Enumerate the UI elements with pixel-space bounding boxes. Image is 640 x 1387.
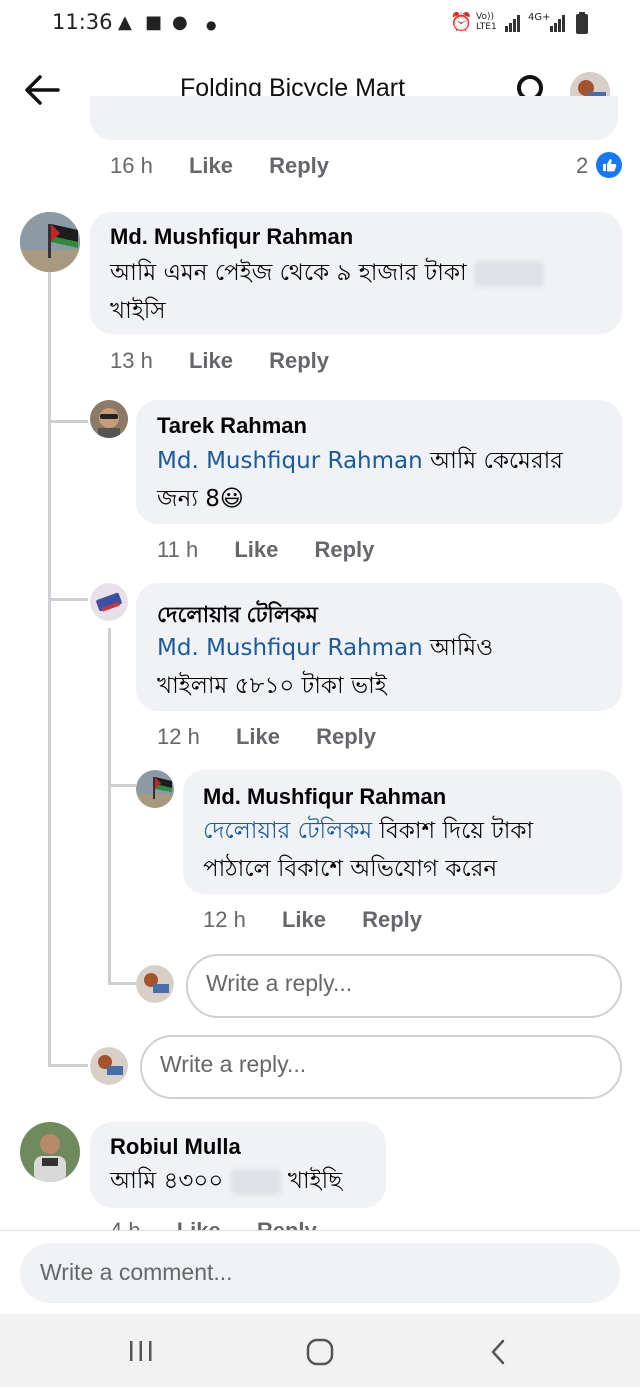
reply-button[interactable]: Reply (269, 348, 329, 373)
like-button[interactable]: Like (282, 907, 326, 932)
comment-meta: 12 h Like Reply (157, 724, 406, 750)
back-nav-icon[interactable] (488, 1338, 508, 1366)
reply-button[interactable]: Reply (269, 153, 329, 178)
signal-icon (505, 15, 520, 32)
signal-icon (550, 15, 565, 32)
comment-bubble-partial (90, 96, 618, 140)
comment-meta: 16 h Like Reply (110, 153, 359, 179)
avatar[interactable] (90, 583, 128, 621)
warning-icon: ▲ (118, 12, 132, 33)
comment-time: 11 h (157, 537, 199, 562)
thread-branch (48, 1064, 88, 1067)
mention-link[interactable]: দেলোয়ার টেলিকম (203, 818, 372, 844)
battery-icon (576, 12, 588, 34)
home-icon[interactable] (306, 1338, 334, 1366)
avatar[interactable] (136, 770, 174, 808)
blurred-text (230, 1168, 281, 1195)
mention-link[interactable]: Md. Mushfiqur Rahman (157, 635, 423, 661)
comment-time: 12 h (157, 724, 200, 749)
like-button[interactable]: Like (234, 537, 278, 562)
4g-icon: 4G+ (528, 12, 551, 23)
blurred-text (473, 260, 544, 287)
thread-branch (108, 784, 136, 787)
comment-time: 4 h (110, 1218, 141, 1230)
like-button[interactable]: Like (177, 1218, 221, 1230)
like-button[interactable]: Like (189, 153, 233, 178)
thread-branch (48, 598, 88, 601)
system-nav-bar (0, 1314, 640, 1387)
thread-line (48, 272, 51, 1067)
message-icon: ■ (145, 12, 163, 33)
alarm-icon: ⏰ (450, 12, 473, 33)
messenger-icon: ● (172, 12, 188, 33)
recent-apps-icon[interactable] (128, 1340, 154, 1362)
comment-text: Md. Mushfiqur Rahman আমি কেমেরার জন্য 8😃 (157, 448, 563, 512)
thread-branch (48, 420, 88, 423)
volte-icon: Vo)) LTE1 (476, 12, 497, 32)
dot-icon: ● (206, 18, 217, 32)
mention-link[interactable]: Md. Mushfiqur Rahman (157, 448, 423, 474)
reply-input[interactable]: Write a reply... (186, 954, 622, 1018)
thread-branch (108, 982, 136, 985)
comment-author[interactable]: Md. Mushfiqur Rahman (203, 784, 446, 810)
avatar (90, 1047, 128, 1085)
comment-text: আমি এমন পেইজ থেকে ৯ হাজার টাকা খাইসি (110, 254, 610, 330)
comment-meta: 4 h Like Reply (110, 1218, 347, 1230)
comment-time: 16 h (110, 153, 153, 178)
comment-meta: 11 h Like Reply (157, 537, 404, 563)
comment-time: 12 h (203, 907, 246, 932)
comment-input[interactable]: Write a comment... (20, 1243, 620, 1303)
avatar[interactable] (90, 400, 128, 438)
like-button[interactable]: Like (189, 348, 233, 373)
comment-author[interactable]: Md. Mushfiqur Rahman (110, 224, 353, 250)
reply-input[interactable]: Write a reply... (140, 1035, 622, 1099)
reply-button[interactable]: Reply (314, 537, 374, 562)
like-button[interactable]: Like (236, 724, 280, 749)
avatar[interactable] (20, 212, 80, 272)
comment-text: দেলোয়ার টেলিকম বিকাশ দিয়ে টাকা পাঠালে … (203, 818, 534, 882)
reply-button[interactable]: Reply (257, 1218, 317, 1230)
comment-bar: Write a comment... (0, 1230, 640, 1315)
reply-button[interactable]: Reply (362, 907, 422, 932)
thread-line (108, 628, 111, 984)
comment-text: Md. Mushfiqur Rahman আমিও খাইলাম ৫৮১০ টা… (157, 635, 494, 699)
reply-button[interactable]: Reply (316, 724, 376, 749)
avatar (136, 965, 174, 1003)
reaction-count[interactable]: 2 (576, 153, 588, 179)
comment-time: 13 h (110, 348, 153, 373)
comment-text: আমি ৪৩০০ খাইছি (110, 1168, 343, 1195)
comment-meta: 13 h Like Reply (110, 348, 359, 374)
status-time: 11:36 (52, 10, 113, 34)
like-reaction-icon[interactable] (596, 152, 622, 178)
comment-author[interactable]: Tarek Rahman (157, 413, 307, 439)
comment-meta: 12 h Like Reply (203, 907, 452, 933)
comment-author[interactable]: Robiul Mulla (110, 1134, 241, 1160)
avatar[interactable] (20, 1122, 80, 1182)
status-bar: 11:36 ▲ ■ ● ● ⏰ Vo)) LTE1 4G+ (0, 0, 640, 50)
back-arrow-icon[interactable] (22, 72, 62, 108)
